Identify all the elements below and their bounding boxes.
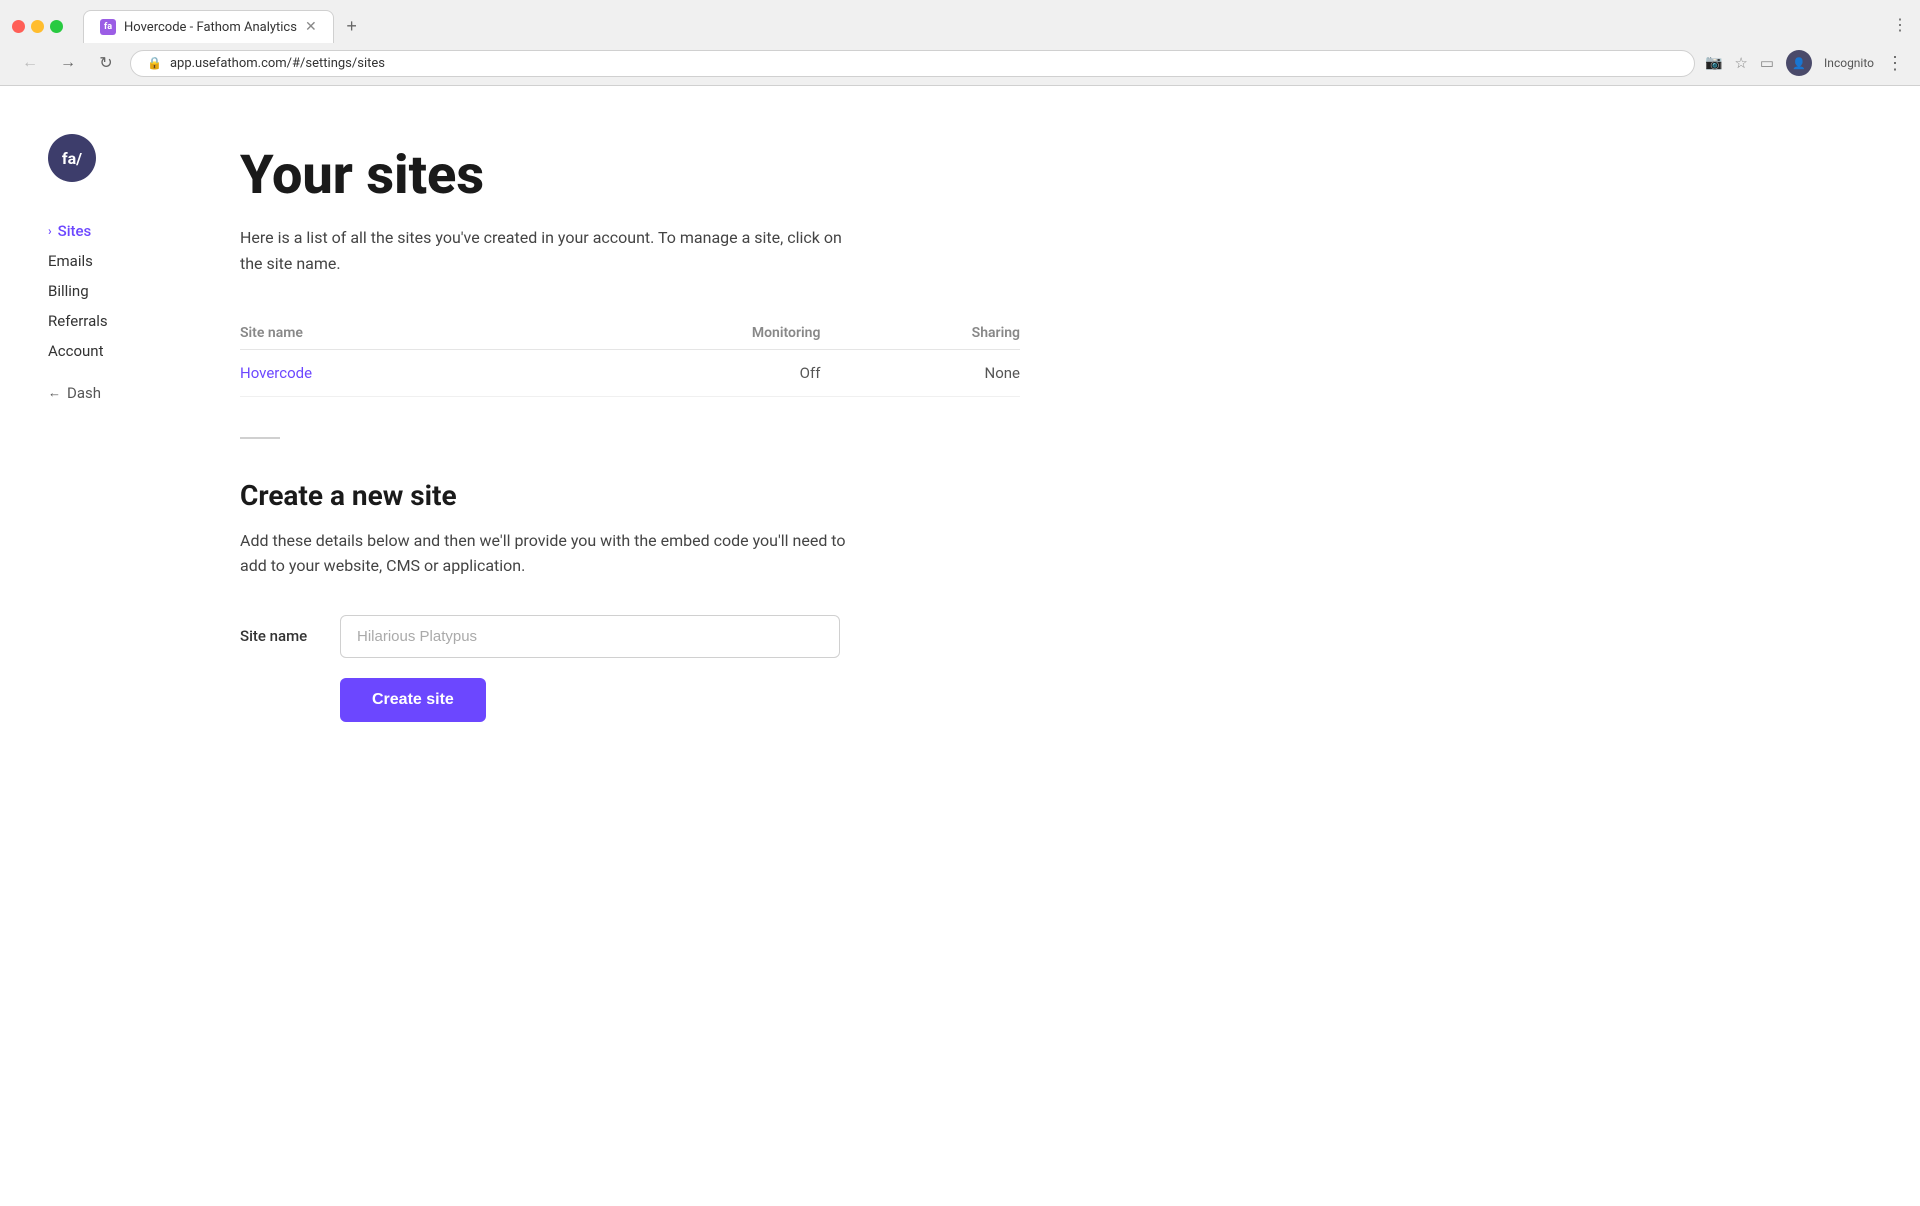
chevron-right-icon: ›: [48, 224, 52, 238]
col-header-sharing: Sharing: [820, 317, 1020, 350]
minimize-dot[interactable]: [31, 20, 44, 33]
col-header-monitoring: Monitoring: [537, 317, 820, 350]
sidebar-item-sites[interactable]: › Sites: [48, 218, 168, 244]
page-title: Your sites: [240, 146, 1020, 205]
create-site-button[interactable]: Create site: [340, 678, 486, 722]
page-wrapper: fa/ › Sites Emails Billing Referrals Acc…: [0, 86, 1920, 1206]
create-section-title: Create a new site: [240, 479, 1020, 512]
browser-tabs: fa Hovercode - Fathom Analytics ✕ +: [83, 10, 1884, 43]
maximize-dot[interactable]: [50, 20, 63, 33]
forward-button[interactable]: →: [54, 49, 82, 77]
app-logo[interactable]: fa/: [48, 134, 96, 182]
section-divider: [240, 437, 280, 439]
browser-menu-icon[interactable]: ⋮: [1892, 15, 1908, 34]
sites-table: Site name Monitoring Sharing Hovercode O…: [240, 317, 1020, 397]
reload-button[interactable]: ↻: [92, 49, 120, 77]
close-dot[interactable]: [12, 20, 25, 33]
browser-chrome: fa Hovercode - Fathom Analytics ✕ + ⋮ ← …: [0, 0, 1920, 86]
back-button[interactable]: ←: [16, 49, 44, 77]
browser-overflow-icon[interactable]: ⋮: [1886, 53, 1904, 74]
table-header-row: Site name Monitoring Sharing: [240, 317, 1020, 350]
create-section-description: Add these details below and then we'll p…: [240, 528, 860, 579]
tab-favicon: fa: [100, 19, 116, 35]
lock-icon: 🔒: [147, 56, 162, 70]
camera-off-icon: 📷: [1705, 55, 1722, 71]
tab-close-icon[interactable]: ✕: [305, 20, 317, 34]
sidebar-nav: › Sites Emails Billing Referrals Account…: [48, 218, 168, 406]
profile-avatar[interactable]: 👤: [1786, 50, 1812, 76]
monitoring-cell: Off: [537, 349, 820, 396]
browser-dots: [12, 20, 63, 33]
sidebar-item-back[interactable]: ← Dash: [48, 380, 168, 406]
site-name-label: Site name: [240, 627, 320, 645]
site-name-link[interactable]: Hovercode: [240, 364, 312, 382]
create-button-wrapper: Create site: [340, 678, 1020, 722]
sidebar-item-referrals[interactable]: Referrals: [48, 308, 168, 334]
split-view-icon[interactable]: ▭: [1760, 54, 1774, 72]
create-site-section: Create a new site Add these details belo…: [240, 479, 1020, 722]
main-content: Your sites Here is a list of all the sit…: [200, 86, 1100, 1206]
url-display: app.usefathom.com/#/settings/sites: [170, 56, 385, 71]
sidebar-item-account[interactable]: Account: [48, 338, 168, 364]
col-header-site-name: Site name: [240, 317, 537, 350]
page-description: Here is a list of all the sites you've c…: [240, 225, 860, 276]
browser-address-bar: ← → ↻ 🔒 app.usefathom.com/#/settings/sit…: [0, 43, 1920, 85]
arrow-left-icon: ←: [48, 385, 61, 401]
active-tab[interactable]: fa Hovercode - Fathom Analytics ✕: [83, 10, 334, 43]
address-right-icons: 📷 ☆ ▭ 👤 Incognito ⋮: [1705, 50, 1904, 76]
site-name-cell: Hovercode: [240, 349, 537, 396]
sharing-cell: None: [820, 349, 1020, 396]
sidebar-item-emails[interactable]: Emails: [48, 248, 168, 274]
browser-top-right-icons: ⋮: [1892, 15, 1908, 38]
new-tab-button[interactable]: +: [338, 13, 366, 41]
table-row: Hovercode Off None: [240, 349, 1020, 396]
sidebar-item-billing[interactable]: Billing: [48, 278, 168, 304]
site-name-form-row: Site name: [240, 615, 1020, 658]
sidebar: fa/ › Sites Emails Billing Referrals Acc…: [0, 86, 200, 1206]
incognito-label: Incognito: [1824, 56, 1874, 70]
star-icon[interactable]: ☆: [1734, 54, 1747, 72]
address-bar[interactable]: 🔒 app.usefathom.com/#/settings/sites: [130, 50, 1695, 77]
tab-title: Hovercode - Fathom Analytics: [124, 20, 297, 35]
site-name-input[interactable]: [340, 615, 840, 658]
